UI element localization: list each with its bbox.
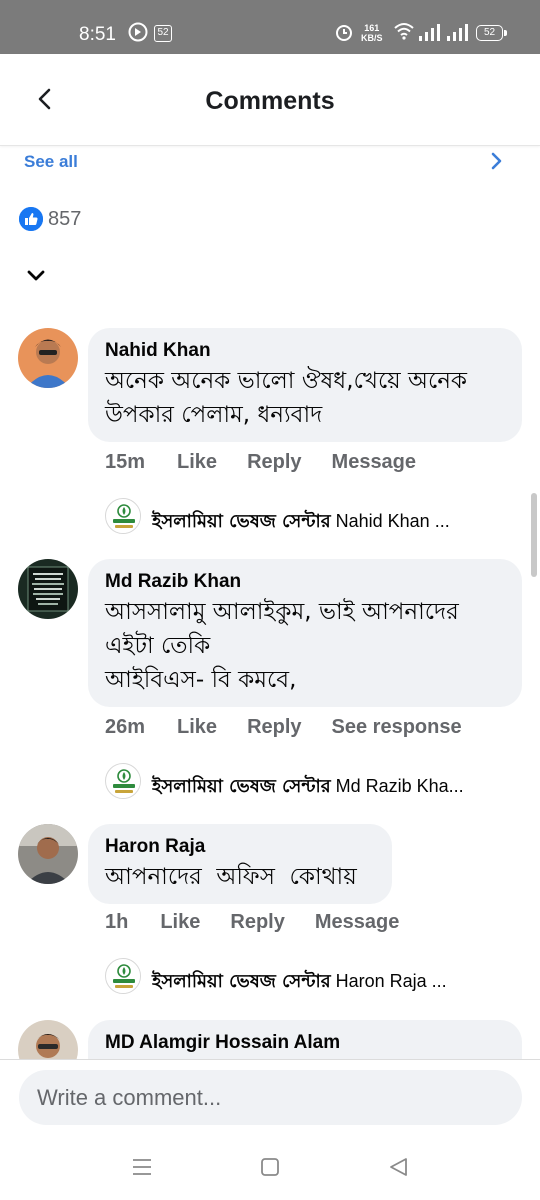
reply-preview-text: Md Razib Kha... [335, 776, 464, 796]
reply-preview[interactable]: ইসলামিয়া ভেষজ সেন্টার Md Razib Kha... [105, 763, 525, 803]
reply-page-name: ইসলামিয়া ভেষজ সেন্টার [152, 776, 331, 797]
message-button[interactable]: Message [315, 911, 400, 934]
thumbs-up-icon [19, 207, 43, 231]
reply-text: ইসলামিয়া ভেষজ সেন্টার Haron Raja ... [152, 967, 447, 998]
see-all-row[interactable]: See all [0, 146, 540, 176]
page-logo-icon [105, 498, 141, 534]
chevron-right-icon [487, 151, 505, 176]
like-button[interactable]: Like [160, 911, 200, 934]
reply-page-name: ইসলামিয়া ভেষজ সেন্টার [152, 971, 331, 992]
see-response-button[interactable]: See response [332, 716, 462, 739]
home-icon[interactable] [260, 1156, 280, 1183]
network-speed: 161 KB/S [361, 23, 383, 43]
comment-author[interactable]: Md Razib Khan [105, 571, 504, 593]
comment-author[interactable]: Haron Raja [105, 836, 374, 858]
alarm-icon [335, 22, 353, 47]
comment-text-line: আপনাদের অফিস কোথায় [105, 864, 357, 890]
reply-page-name: ইসলামিয়া ভেষজ সেন্টার [152, 511, 331, 532]
comment-input[interactable] [37, 1070, 497, 1125]
reply-button[interactable]: Reply [247, 716, 301, 739]
battery-indicator: 52 [476, 25, 507, 41]
like-button[interactable]: Like [177, 451, 217, 474]
signal-icon-2 [447, 24, 469, 47]
network-speed-value: 161 [364, 23, 380, 33]
comment-text-line: আসসালামু আলাইকুম, ভাই আপনাদের [105, 599, 459, 625]
comment-bubble[interactable]: Md Razib Khan আসসালামু আলাইকুম, ভাই আপনা… [88, 559, 522, 707]
comment-bubble[interactable]: Nahid Khan অনেক অনেক ভালো ঔষধ,খেয়ে অনেক… [88, 328, 522, 442]
reply-text: ইসলামিয়া ভেষজ সেন্টার Md Razib Kha... [152, 772, 464, 803]
avatar[interactable] [18, 824, 78, 884]
reply-preview-text: Haron Raja ... [335, 971, 447, 991]
reply-preview[interactable]: ইসলামিয়া ভেষজ সেন্টার Nahid Khan ... [105, 498, 525, 538]
comment-bubble[interactable]: Haron Raja আপনাদের অফিস কোথায় [88, 824, 392, 904]
comment-bubble[interactable]: MD Alamgir Hossain Alam [88, 1020, 522, 1059]
network-speed-unit: KB/S [361, 33, 383, 43]
status-time: 8:51 [79, 24, 116, 45]
system-navigation-bar [0, 1140, 540, 1200]
comment-time[interactable]: 15m [105, 451, 145, 474]
page-title: Comments [205, 87, 335, 115]
avatar[interactable] [18, 559, 78, 619]
like-button[interactable]: Like [177, 716, 217, 739]
comment-time[interactable]: 26m [105, 716, 145, 739]
comment-author[interactable]: MD Alamgir Hossain Alam [105, 1032, 504, 1054]
chevron-down-icon [27, 270, 45, 281]
comment-text-line: আইবিএস- বি কমবে, [105, 667, 297, 693]
reply-preview-text: Nahid Khan ... [335, 511, 450, 531]
sort-toggle[interactable] [26, 266, 46, 291]
comment-input-container[interactable] [19, 1070, 522, 1125]
comment-composer [0, 1059, 540, 1149]
signal-icon [419, 24, 441, 47]
comments-header: Comments [0, 54, 540, 146]
comment-time[interactable]: 1h [105, 911, 128, 934]
reply-button[interactable]: Reply [230, 911, 284, 934]
comment-actions: 15m Like Reply Message [105, 451, 446, 474]
avatar[interactable] [18, 1020, 78, 1059]
comment-actions: 26m Like Reply See response [105, 716, 492, 739]
comment-text-line: এইটা তেকি [105, 633, 211, 659]
comment-text-line: উপকার পেলাম, ধন্যবাদ [105, 402, 323, 428]
comment-author[interactable]: Nahid Khan [105, 340, 504, 362]
reply-text: ইসলামিয়া ভেষজ সেন্টার Nahid Khan ... [152, 507, 450, 538]
back-nav-icon[interactable] [388, 1156, 410, 1183]
reply-button[interactable]: Reply [247, 451, 301, 474]
see-all-link[interactable]: See all [24, 152, 78, 172]
avatar[interactable] [18, 328, 78, 388]
notification-badge: 52 [154, 25, 172, 42]
comment-text-line: অনেক অনেক ভালো ঔষধ,খেয়ে অনেক [105, 368, 468, 394]
comment-item: MD Alamgir Hossain Alam [0, 1018, 540, 1059]
scrollbar[interactable] [531, 493, 537, 577]
status-bar: 8:51 52 161 KB/S 52 [0, 0, 540, 54]
message-button[interactable]: Message [332, 451, 417, 474]
reaction-count: 857 [48, 208, 82, 230]
assistant-icon [128, 22, 148, 47]
menu-icon[interactable] [131, 1156, 153, 1183]
reply-preview[interactable]: ইসলামিয়া ভেষজ সেন্টার Haron Raja ... [105, 958, 525, 998]
page-logo-icon [105, 763, 141, 799]
comment-actions: 1h Like Reply Message [105, 911, 429, 934]
wifi-icon [394, 22, 414, 45]
page-logo-icon [105, 958, 141, 994]
